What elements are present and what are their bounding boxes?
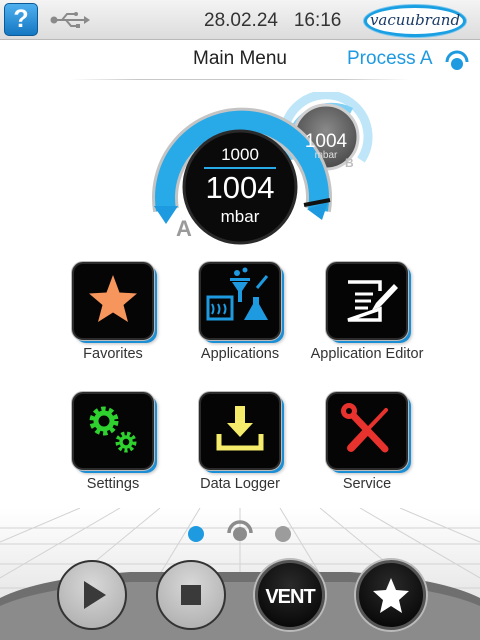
datetime: 28.02.24 16:16	[204, 10, 341, 32]
usb-icon	[50, 12, 90, 28]
time-text: 16:16	[293, 10, 342, 31]
vacuubrand-logo: vacuubrand	[364, 5, 466, 37]
start-button[interactable]	[57, 560, 127, 630]
help-button[interactable]: ?	[4, 3, 38, 36]
header-divider	[70, 79, 410, 80]
settings-button[interactable]	[72, 392, 154, 470]
process-signal-icon[interactable]	[444, 50, 470, 72]
help-icon: ?	[13, 5, 29, 33]
play-icon	[84, 581, 106, 609]
gears-icon	[89, 406, 137, 453]
wrench-screwdriver-icon	[341, 403, 389, 453]
pager-process-icon[interactable]	[226, 518, 254, 544]
edit-document-icon	[347, 280, 398, 322]
applications-button[interactable]	[199, 262, 281, 340]
service-label: Service	[342, 476, 392, 492]
vent-label: VENT	[265, 586, 315, 608]
application-editor-label: Application Editor	[310, 346, 424, 362]
favorites-button[interactable]	[72, 262, 154, 340]
star-icon	[373, 578, 409, 613]
applications-icon	[206, 267, 269, 321]
stop-icon	[181, 585, 201, 605]
gauge-a-letter: A	[176, 216, 192, 241]
favorite-quick-button[interactable]	[356, 560, 426, 630]
date-text: 28.02.24	[204, 10, 278, 31]
pager-dot-1[interactable]	[188, 526, 204, 542]
gauge-a-setpoint: 1000	[221, 145, 259, 164]
data-logger-button[interactable]	[199, 392, 281, 470]
vent-button[interactable]: VENT	[255, 560, 325, 630]
gauge-b-unit: mbar	[314, 150, 338, 161]
service-button[interactable]	[326, 392, 408, 470]
process-selector[interactable]: Process A	[347, 48, 433, 70]
application-editor-button[interactable]	[326, 262, 408, 340]
pager-dot-3[interactable]	[275, 526, 291, 542]
gauge-a-unit: mbar	[220, 207, 260, 226]
download-icon	[216, 406, 264, 451]
gauge-b-letter: B	[345, 156, 354, 170]
stop-button[interactable]	[156, 560, 226, 630]
gauge-a-pressure: 1004	[205, 170, 275, 205]
star-icon	[89, 275, 137, 322]
status-bar: ? 28.02.24 16:16 vacuubrand	[0, 0, 480, 40]
page-title: Main Menu	[193, 48, 287, 69]
